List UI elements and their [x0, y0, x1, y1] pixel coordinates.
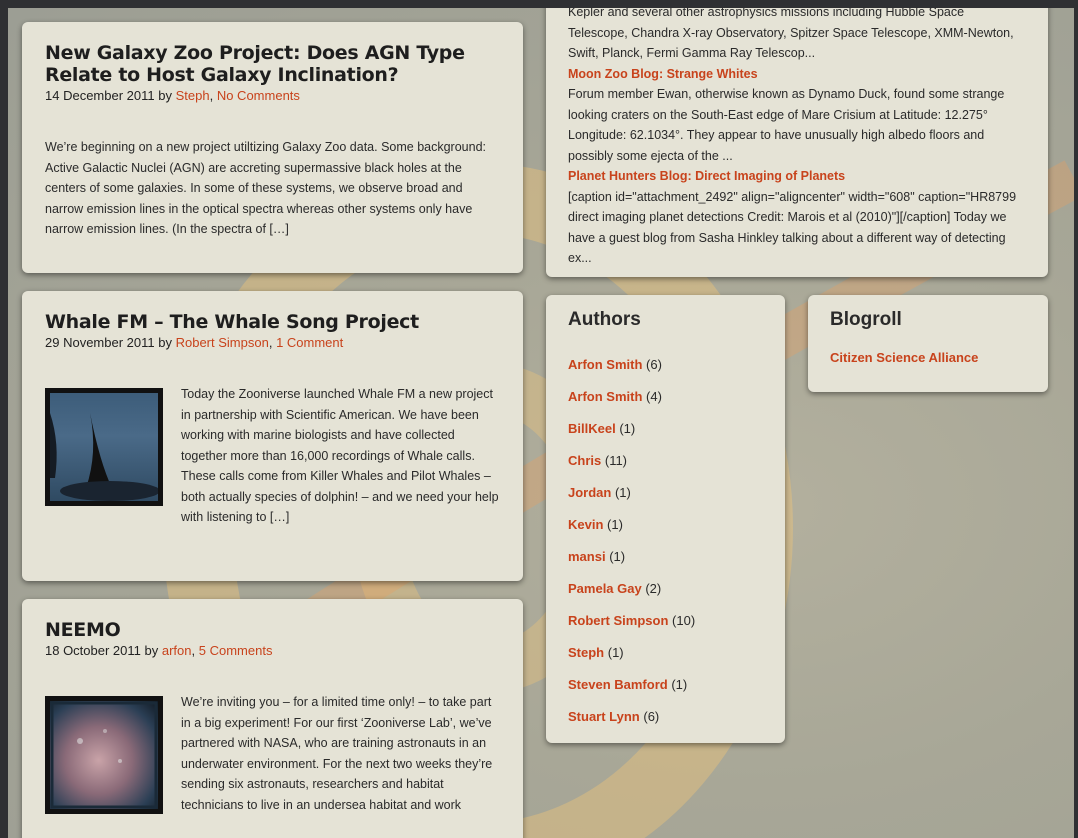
post-meta-separator: , — [191, 643, 196, 658]
author-item: Steven Bamford (1) — [568, 669, 763, 701]
author-link[interactable]: BillKeel — [568, 421, 616, 436]
author-link[interactable]: Kevin — [568, 517, 603, 532]
page-background: New Galaxy Zoo Project: Does AGN Type Re… — [8, 8, 1074, 838]
author-count: (6) — [646, 357, 662, 372]
feed-item-title[interactable]: Planet Hunters Blog: Direct Imaging of P… — [568, 169, 845, 183]
authors-widget: Authors Arfon Smith (6) Arfon Smith (4) … — [546, 295, 785, 743]
author-item: Robert Simpson (10) — [568, 605, 763, 637]
post-author-link[interactable]: arfon — [162, 643, 192, 658]
post-date: 14 December 2011 — [45, 88, 155, 103]
author-item: Arfon Smith (4) — [568, 381, 763, 413]
author-count: (6) — [643, 709, 660, 724]
authors-heading: Authors — [568, 309, 641, 330]
whale-thumbnail[interactable] — [45, 388, 163, 506]
post-meta: 18 October 2011 by arfon, 5 Comments — [45, 643, 501, 658]
post-card: NEEMO 18 October 2011 by arfon, 5 Commen… — [22, 599, 523, 838]
blogroll-widget: Blogroll Citizen Science Alliance — [808, 295, 1048, 392]
feed-item-title[interactable]: Moon Zoo Blog: Strange Whites — [568, 67, 758, 81]
author-link[interactable]: Stuart Lynn — [568, 709, 640, 724]
author-link[interactable]: Jordan — [568, 485, 611, 500]
author-count: (1) — [607, 645, 624, 660]
author-link[interactable]: mansi — [568, 549, 606, 564]
post-excerpt: We’re beginning on a new project utiltiz… — [45, 140, 486, 236]
post-meta: 14 December 2011 by Steph, No Comments — [45, 88, 501, 103]
post-title[interactable]: Whale FM – The Whale Song Project — [45, 311, 501, 333]
neemo-thumbnail[interactable] — [45, 696, 163, 814]
author-link[interactable]: Pamela Gay — [568, 581, 642, 596]
underwater-icon — [50, 701, 158, 809]
feed-top-text: Kepler and several other astrophysics mi… — [568, 8, 1014, 60]
author-count: (1) — [609, 549, 626, 564]
post-by: by — [158, 335, 172, 350]
feed-widget: Kepler and several other astrophysics mi… — [546, 8, 1048, 277]
post-comments-link[interactable]: 5 Comments — [199, 643, 273, 658]
blogroll-heading: Blogroll — [830, 309, 902, 330]
post-title[interactable]: New Galaxy Zoo Project: Does AGN Type Re… — [45, 42, 501, 86]
author-count: (1) — [671, 677, 688, 692]
author-item: Kevin (1) — [568, 509, 763, 541]
author-item: mansi (1) — [568, 541, 763, 573]
author-link[interactable]: Arfon Smith — [568, 389, 642, 404]
author-count: (1) — [614, 485, 631, 500]
post-meta-separator: , — [209, 88, 214, 103]
post-body: We’re inviting you – for a limited time … — [45, 692, 501, 815]
feed-item-text: [caption id="attachment_2492" align="ali… — [568, 189, 1017, 266]
author-count: (2) — [645, 581, 662, 596]
author-item: Arfon Smith (6) — [568, 349, 763, 381]
feed-item-text: Forum member Ewan, otherwise known as Dy… — [568, 87, 1005, 163]
author-item: Jordan (1) — [568, 477, 763, 509]
post-meta: 29 November 2011 by Robert Simpson, 1 Co… — [45, 335, 501, 350]
author-count: (1) — [607, 517, 623, 532]
post-comments-link[interactable]: No Comments — [217, 88, 300, 103]
post-author-link[interactable]: Steph — [176, 88, 210, 103]
post-date: 29 November 2011 — [45, 335, 155, 350]
post-title[interactable]: NEEMO — [45, 619, 501, 641]
author-item: Steph (1) — [568, 637, 763, 669]
author-link[interactable]: Robert Simpson — [568, 613, 668, 628]
author-link[interactable]: Chris — [568, 453, 601, 468]
author-item: Stuart Lynn (6) — [568, 701, 763, 733]
author-item: BillKeel (1) — [568, 413, 763, 445]
post-card: Whale FM – The Whale Song Project 29 Nov… — [22, 291, 523, 581]
author-link[interactable]: Arfon Smith — [568, 357, 642, 372]
post-by: by — [158, 88, 172, 103]
author-count: (10) — [672, 613, 696, 628]
post-card: New Galaxy Zoo Project: Does AGN Type Re… — [22, 22, 523, 273]
post-date: 18 October 2011 — [45, 643, 141, 658]
author-count: (1) — [619, 421, 636, 436]
whale-fin-icon — [50, 413, 158, 501]
author-count: (11) — [604, 453, 628, 468]
post-meta-separator: , — [268, 335, 273, 350]
post-author-link[interactable]: Robert Simpson — [176, 335, 269, 350]
author-item: Pamela Gay (2) — [568, 573, 763, 605]
post-excerpt: We’re inviting you – for a limited time … — [181, 695, 493, 812]
post-body: Today the Zooniverse launched Whale FM a… — [45, 384, 501, 528]
author-link[interactable]: Steven Bamford — [568, 677, 668, 692]
author-item: Chris (11) — [568, 445, 763, 477]
post-by: by — [144, 643, 159, 658]
author-link[interactable]: Steph — [568, 645, 604, 660]
post-comments-link[interactable]: 1 Comment — [276, 335, 343, 350]
post-excerpt: Today the Zooniverse launched Whale FM a… — [181, 387, 499, 524]
blogroll-link[interactable]: Citizen Science Alliance — [830, 350, 978, 365]
author-count: (4) — [646, 389, 662, 404]
